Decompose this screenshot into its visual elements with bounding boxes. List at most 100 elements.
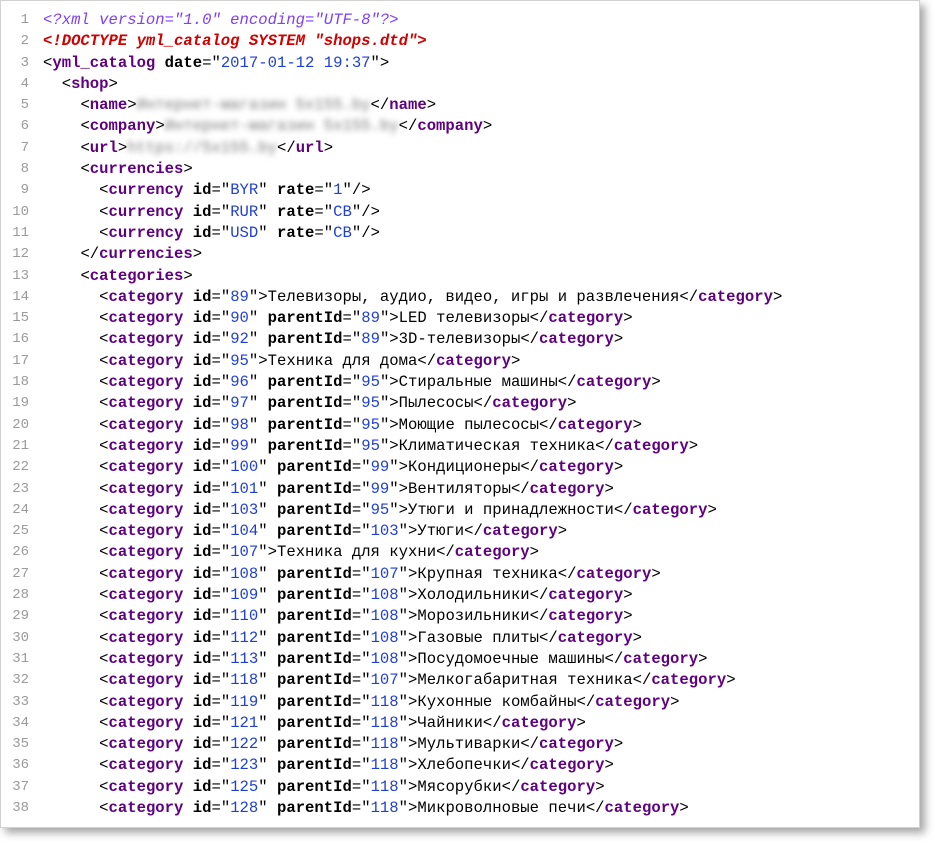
line-number: 28 [12,587,29,604]
syntax-punctuation: =" [351,522,371,541]
syntax-punctuation: " [258,798,277,817]
code-line: 10 <currency id="RUR" rate="CB"/> [1,202,919,223]
attribute-name: id [192,607,212,626]
attribute-value: 118 [370,692,399,711]
syntax-punctuation: =" [211,628,231,647]
line-content: <category id="110" parentId="108">Морози… [43,606,633,627]
syntax-punctuation: < [99,436,109,455]
attribute-value: 97 [230,394,249,413]
attribute-value: 108 [370,649,399,668]
line-content: <category id="109" parentId="108">Холоди… [43,585,632,606]
line-number: 37 [12,778,29,795]
syntax-punctuation: < [99,479,109,498]
line-number: 15 [12,310,29,327]
syntax-punctuation: </ [557,373,577,392]
syntax-punctuation: "> [379,415,399,434]
syntax-punctuation: =" [211,564,231,583]
attribute-value: 109 [230,586,259,605]
syntax-punctuation: > [698,649,708,668]
redacted-text: Интернет-магазин 5x155.by [136,96,371,115]
line-content: <category id="121" parentId="118">Чайник… [43,713,586,734]
syntax-punctuation: </ [436,543,455,562]
line-content: <category id="113" parentId="108">Посудо… [43,649,707,670]
syntax-punctuation: "> [258,543,277,562]
tag-name: category [108,394,184,413]
element-text: Моющие пылесосы [398,415,540,434]
attribute-name: id [192,671,212,690]
syntax-punctuation: < [80,117,90,136]
syntax-punctuation: < [99,500,109,519]
attribute-name: parentId [267,394,343,413]
syntax-punctuation: < [99,522,109,541]
tag-name: category [108,586,184,605]
line-content: <yml_catalog date="2017-01-12 19:37"> [43,53,389,74]
syntax-punctuation: < [99,649,109,668]
syntax-punctuation: </ [510,756,530,775]
line-number: 32 [12,672,29,689]
tag-name: category [492,394,568,413]
code-line: 20 <category id="98" parentId="95">Моющи… [1,415,919,436]
line-number: 20 [12,416,29,433]
attribute-value: 90 [230,309,249,328]
syntax-punctuation: > [595,777,605,796]
syntax-punctuation: =" [351,756,371,775]
syntax-punctuation: =" [211,500,231,519]
tag-name: category [539,735,614,754]
syntax-punctuation: < [99,181,109,200]
syntax-punctuation: "> [398,692,418,711]
line-content: <category id="107">Техника для кухни</ca… [43,542,539,563]
element-text: Кондиционеры [408,458,521,477]
tag-name: category [698,287,773,306]
code-line: 35 <category id="122" parentId="118">Мул… [1,734,919,755]
syntax-punctuation: =" [342,373,362,392]
line-number: 38 [12,799,29,816]
attribute-value: 103 [230,500,259,519]
attribute-name: id [192,798,212,817]
attribute-value: 108 [230,564,259,583]
line-number: 22 [12,459,29,476]
syntax-punctuation: </ [520,735,540,754]
syntax-punctuation: =" [211,586,231,605]
syntax-punctuation: < [99,287,109,306]
attribute-name: id [192,351,212,370]
redacted-text: https://5x155.by [127,138,277,157]
syntax-punctuation: </ [482,713,502,732]
code-line: 1 <?xml version="1.0" encoding="UTF-8"?> [1,10,919,31]
code-line: 25 <category id="104" parentId="103">Утю… [1,521,919,542]
syntax-punctuation [183,288,192,306]
element-text: Чайники [417,713,483,732]
syntax-punctuation: </ [520,330,540,349]
line-number: 17 [12,352,29,369]
attribute-name: parentId [276,458,352,477]
syntax-punctuation: " [248,373,268,392]
attribute-value: 89 [230,287,249,306]
syntax-punctuation: =" [211,351,231,370]
syntax-punctuation: > [623,607,633,626]
attribute-value: 108 [370,586,399,605]
tag-name: yml_catalog [52,53,156,72]
syntax-punctuation: > [651,564,661,583]
line-content: <!DOCTYPE yml_catalog SYSTEM "shops.dtd"… [43,31,427,52]
attribute-name: id [192,223,212,242]
syntax-punctuation: > [108,74,118,93]
syntax-punctuation: > [426,96,437,115]
tag-name: category [108,756,184,775]
line-content: <category id="100" parentId="99">Кондици… [43,457,623,478]
syntax-punctuation: </ [276,138,296,157]
syntax-punctuation: > [510,351,521,370]
attribute-name: id [192,436,212,455]
syntax-punctuation: > [726,671,736,690]
tag-name: currency [108,202,184,221]
syntax-punctuation: =" [351,564,371,583]
syntax-punctuation: " [258,223,277,242]
attribute-value: 89 [361,309,380,328]
syntax-punctuation: =" [211,415,231,434]
syntax-punctuation [183,373,192,391]
syntax-punctuation: < [99,543,109,562]
code-line: 6 <company>Интернет-магазин 5x155.by</co… [1,116,919,137]
element-text: 3D-телевизоры [398,330,521,349]
syntax-punctuation: </ [585,798,605,817]
syntax-punctuation [183,522,192,540]
code-line: 5 <name>Интернет-магазин 5x155.by</name> [1,95,919,116]
line-number: 26 [12,544,29,561]
